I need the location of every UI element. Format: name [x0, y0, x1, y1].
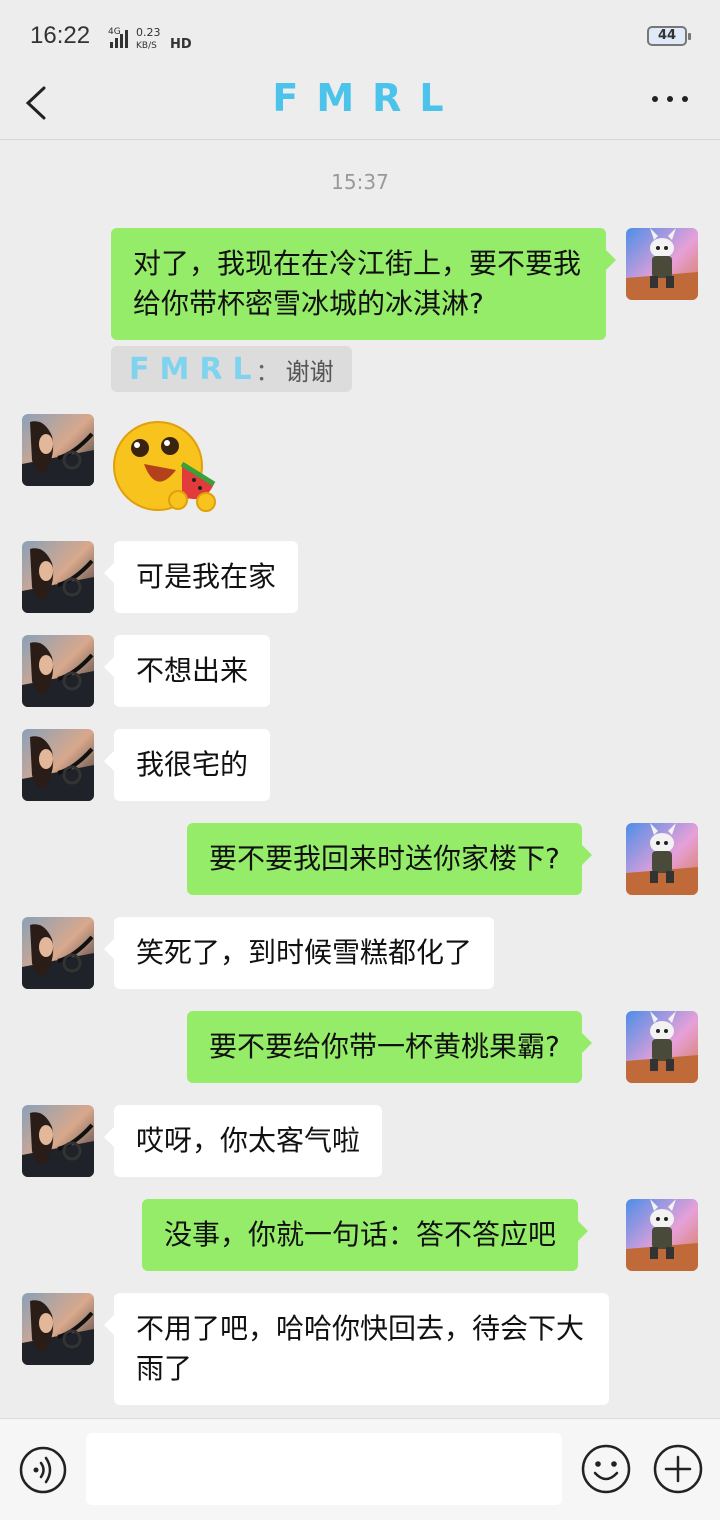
message-bubble-received[interactable]: 可是我在家 [103, 541, 299, 613]
more-button[interactable] [650, 88, 690, 108]
input-bar [0, 1418, 720, 1520]
avatar-contact[interactable] [22, 1105, 94, 1177]
more-dot [667, 96, 673, 102]
message-bubble-received[interactable]: 我很宅的 [103, 729, 271, 801]
chat-timestamp: 15:37 [331, 170, 389, 194]
quote-sender: FMRL [129, 351, 262, 387]
emoji-icon[interactable] [580, 1443, 632, 1495]
chat-header: FMRL [0, 70, 720, 140]
message-bubble-received[interactable]: 哎呀，你太客气啦 [103, 1105, 383, 1177]
battery-icon: 44 [647, 26, 691, 46]
avatar-contact[interactable] [22, 1293, 94, 1365]
hd-badge: HD [170, 37, 192, 52]
avatar-contact[interactable] [22, 541, 94, 613]
avatar-self[interactable] [626, 1011, 698, 1083]
more-dots-icon [652, 96, 658, 102]
avatar-self[interactable] [626, 1199, 698, 1271]
plus-icon[interactable] [652, 1443, 704, 1495]
avatar-contact[interactable] [22, 414, 94, 486]
voice-icon[interactable] [18, 1445, 68, 1495]
network-speed-unit: KB/S [136, 41, 157, 51]
signal-icon: 4G 0.23 KB/S HD [108, 26, 192, 52]
chat-title: FMRL [272, 76, 462, 120]
quote-separator: ： [255, 357, 280, 386]
network-type: 4G [108, 27, 121, 37]
message-bubble-sent[interactable]: 对了，我现在在冷江街上，要不要我给你带杯密雪冰城的冰淇淋? [111, 228, 616, 340]
message-input[interactable] [86, 1433, 562, 1505]
watermelon-face-sticker[interactable] [110, 418, 222, 514]
message-bubble-received[interactable]: 笑死了，到时候雪糕都化了 [103, 917, 495, 989]
more-dot [682, 96, 688, 102]
network-speed: 0.23 [136, 26, 161, 39]
avatar-contact[interactable] [22, 635, 94, 707]
message-bubble-received[interactable]: 不用了吧，哈哈你快回去，待会下大雨了 [104, 1293, 609, 1405]
message-bubble-sent[interactable]: 要不要我回来时送你家楼下? [187, 823, 592, 895]
avatar-self[interactable] [626, 823, 698, 895]
message-bubble-sent[interactable]: 没事，你就一句话：答不答应吧 [142, 1199, 589, 1271]
quoted-reply[interactable]: FMRL ： 谢谢 [111, 346, 352, 392]
avatar-self[interactable] [626, 228, 698, 300]
avatar-contact[interactable] [22, 729, 94, 801]
status-bar: 16:22 4G 0.23 KB/S HD 44 [0, 0, 720, 70]
avatar-contact[interactable] [22, 917, 94, 989]
message-bubble-received[interactable]: 不想出来 [103, 635, 271, 707]
message-bubble-sent[interactable]: 要不要给你带一杯黄桃果霸? [187, 1011, 592, 1083]
status-time: 16:22 [30, 22, 91, 49]
quote-text: 谢谢 [285, 357, 334, 386]
